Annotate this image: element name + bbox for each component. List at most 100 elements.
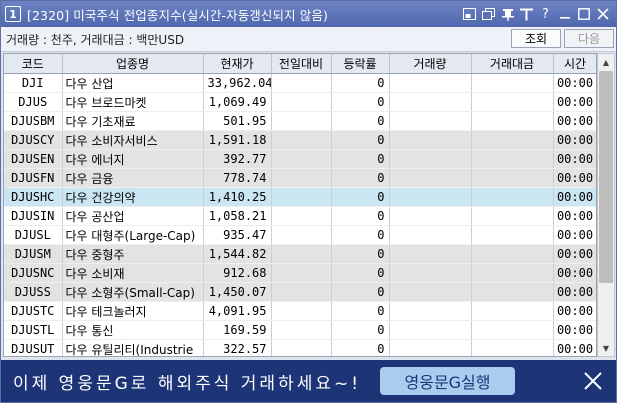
table-row[interactable]: DJUSIN 다우 공산업 1,058.21 0 00:00 [4, 206, 596, 226]
window-number-badge: 1 [5, 6, 21, 22]
cell-volume [389, 73, 472, 93]
cell-amount [471, 149, 554, 169]
cell-time: 00:00 [553, 73, 596, 93]
query-button[interactable]: 조회 [511, 29, 561, 48]
cell-code: DJUSL [4, 225, 63, 245]
cell-time: 00:00 [553, 92, 596, 112]
cell-amount [471, 301, 554, 321]
cell-amount [471, 225, 554, 245]
cell-volume [389, 225, 472, 245]
cell-amount [471, 130, 554, 150]
cell-time: 00:00 [553, 320, 596, 340]
cell-change [271, 206, 332, 226]
cell-price: 912.68 [203, 263, 272, 283]
cell-volume [389, 339, 472, 356]
cell-code: DJI [4, 73, 63, 93]
cell-change [271, 168, 332, 188]
cell-volume [389, 301, 472, 321]
cell-code: DJUSS [4, 282, 63, 302]
cell-volume [389, 282, 472, 302]
cell-price: 1,410.25 [203, 187, 272, 207]
table-row[interactable]: DJUSS 다우 소형주(Small-Cap) 1,450.07 0 00:00 [4, 282, 596, 302]
cell-amount [471, 282, 554, 302]
launch-heroG-button[interactable]: 영웅문G실행 [380, 367, 515, 395]
cell-amount [471, 320, 554, 340]
cell-time: 00:00 [553, 282, 596, 302]
column-header-change[interactable]: 전일대비 [271, 54, 332, 74]
cell-rate: 0 [331, 301, 390, 321]
cell-price: 1,544.82 [203, 244, 272, 264]
copy-icon[interactable] [481, 6, 496, 22]
window-restore-icon[interactable] [462, 6, 477, 22]
cell-change [271, 111, 332, 131]
cell-name: 다우 유틸리티(Industrie [62, 339, 204, 356]
column-header-price[interactable]: 현재가 [203, 54, 272, 74]
cell-volume [389, 92, 472, 112]
maximize-icon[interactable] [576, 6, 591, 22]
banner-close-icon[interactable] [581, 369, 605, 393]
table-row[interactable]: DJUSUT 다우 유틸리티(Industrie 322.57 0 00:00 [4, 339, 596, 356]
cell-rate: 0 [331, 111, 390, 131]
table-row[interactable]: DJUSTL 다우 통신 169.59 0 00:00 [4, 320, 596, 340]
cell-amount [471, 339, 554, 356]
table-row[interactable]: DJUSCY 다우 소비자서비스 1,591.18 0 00:00 [4, 130, 596, 150]
table-row[interactable]: DJUSBM 다우 기초재료 501.95 0 00:00 [4, 111, 596, 131]
table-row[interactable]: DJUSFN 다우 금융 778.74 0 00:00 [4, 168, 596, 188]
cell-rate: 0 [331, 130, 390, 150]
cell-code: DJUSFN [4, 168, 63, 188]
cell-code: DJUSEN [4, 149, 63, 169]
table-row[interactable]: DJUSL 다우 대형주(Large-Cap) 935.47 0 00:00 [4, 225, 596, 245]
table-row[interactable]: DJUSM 다우 중형주 1,544.82 0 00:00 [4, 244, 596, 264]
close-icon[interactable] [595, 6, 610, 22]
cell-time: 00:00 [553, 187, 596, 207]
cell-code: DJUSBM [4, 111, 63, 131]
text-size-icon[interactable] [519, 6, 534, 22]
scroll-down-arrow-icon[interactable]: ▼ [598, 340, 614, 356]
unit-caption: 거래량 : 천주, 거래대금 : 백만USD [6, 32, 185, 47]
cell-code: DJUS [4, 92, 63, 112]
cell-name: 다우 소비재 [62, 263, 204, 283]
scroll-up-arrow-icon[interactable]: ▲ [598, 54, 614, 70]
column-header-code[interactable]: 코드 [4, 54, 63, 74]
scroll-thumb[interactable] [599, 71, 613, 283]
table-row[interactable]: DJUSEN 다우 에너지 392.77 0 00:00 [4, 149, 596, 169]
table-row[interactable]: DJI 다우 산업 33,962.04 0 00:00 [4, 73, 596, 93]
cell-price: 1,069.49 [203, 92, 272, 112]
cell-amount [471, 187, 554, 207]
column-header-volume[interactable]: 거래량 [389, 54, 472, 74]
column-header-rate[interactable]: 등락률 [331, 54, 390, 74]
column-header-time[interactable]: 시간 [553, 54, 596, 74]
table-row[interactable]: DJUSHC 다우 건강의약 1,410.25 0 00:00 [4, 187, 596, 207]
cell-name: 다우 소형주(Small-Cap) [62, 282, 204, 302]
title-icon-group: ? [462, 6, 610, 22]
index-table: 코드 업종명 현재가 전일대비 등락률 거래량 거래대금 시간 DJI 다우 산업… [3, 53, 597, 357]
title-bar[interactable]: 1 [2320] 미국주식 전업종지수(실시간-자동갱신되지 않음) ? [1, 1, 616, 27]
cell-time: 00:00 [553, 244, 596, 264]
column-header-amount[interactable]: 거래대금 [471, 54, 554, 74]
cell-name: 다우 대형주(Large-Cap) [62, 225, 204, 245]
help-icon[interactable]: ? [538, 6, 553, 22]
cell-change [271, 187, 332, 207]
cell-volume [389, 130, 472, 150]
table-header-row: 코드 업종명 현재가 전일대비 등락률 거래량 거래대금 시간 [4, 54, 596, 74]
vertical-scrollbar[interactable]: ▲ ▼ [597, 53, 615, 357]
table-row[interactable]: DJUS 다우 브로드마켓 1,069.49 0 00:00 [4, 92, 596, 112]
cell-rate: 0 [331, 206, 390, 226]
minimize-icon[interactable] [557, 6, 572, 22]
cell-change [271, 301, 332, 321]
cell-rate: 0 [331, 149, 390, 169]
cell-price: 1,591.18 [203, 130, 272, 150]
next-button[interactable]: 다음 [564, 29, 614, 48]
table-row[interactable]: DJUSTC 다우 테크놀러지 4,091.95 0 00:00 [4, 301, 596, 321]
ad-banner[interactable]: 이제 영웅문G로 해외주식 거래하세요~! 영웅문G실행 [1, 360, 616, 402]
cell-volume [389, 111, 472, 131]
cell-name: 다우 기초재료 [62, 111, 204, 131]
cell-volume [389, 244, 472, 264]
cell-price: 33,962.04 [203, 73, 272, 93]
cell-code: DJUSTL [4, 320, 63, 340]
cell-change [271, 320, 332, 340]
pin-icon[interactable] [500, 6, 515, 22]
table-row[interactable]: DJUSNC 다우 소비재 912.68 0 00:00 [4, 263, 596, 283]
cell-name: 다우 금융 [62, 168, 204, 188]
column-header-name[interactable]: 업종명 [62, 54, 204, 74]
